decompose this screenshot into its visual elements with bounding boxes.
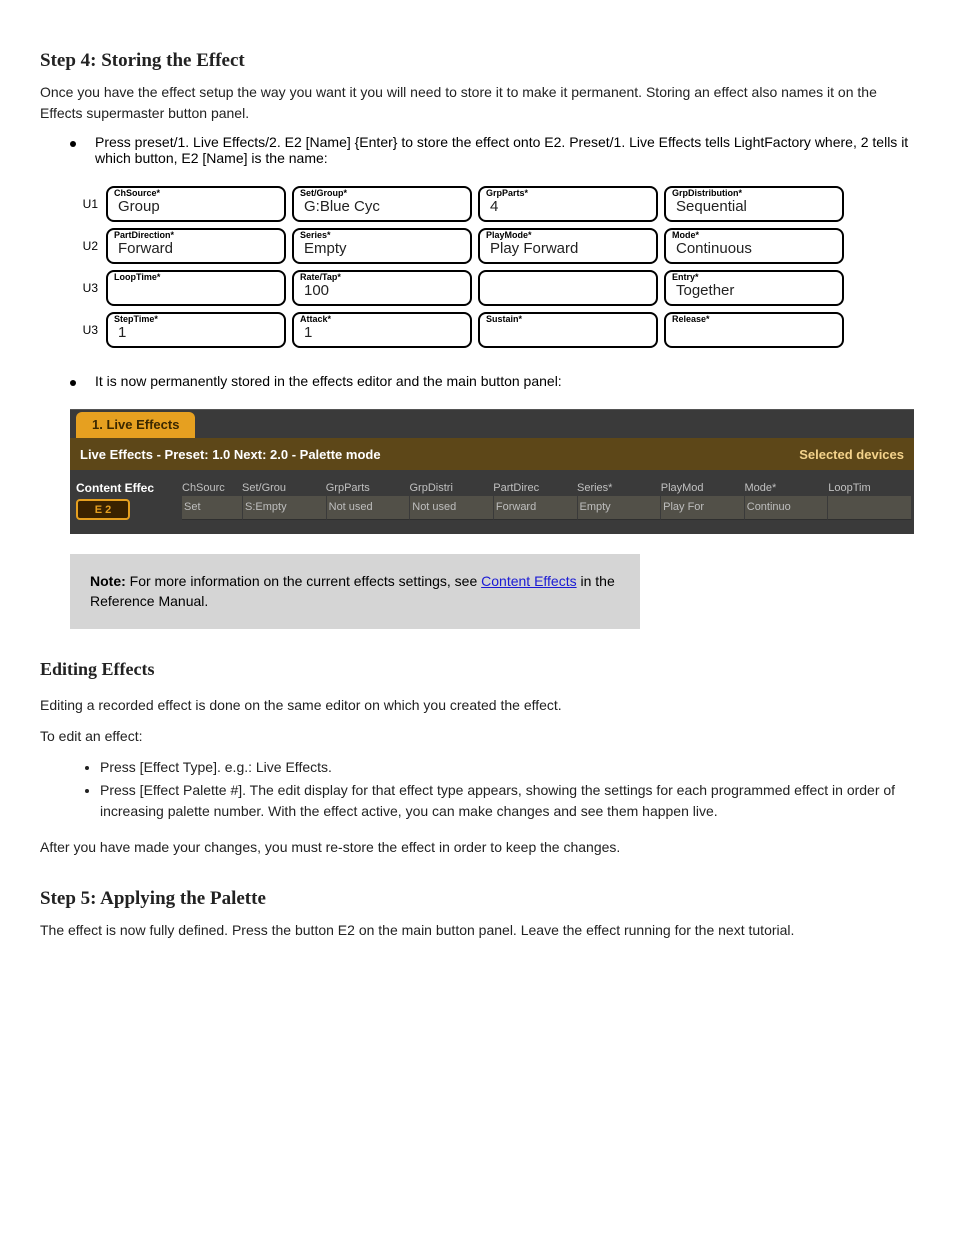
param-cell[interactable]: Series*Empty bbox=[292, 228, 472, 264]
param-caption: PartDirection* bbox=[114, 230, 278, 240]
col-setgroup: Set/Grou bbox=[242, 480, 326, 496]
col-partdirec: PartDirec bbox=[493, 480, 577, 496]
row-label: U3 bbox=[70, 312, 100, 348]
val-chsource[interactable]: Set bbox=[182, 496, 243, 520]
param-row: U3 LoopTime* Rate/Tap*100 Entry*Together bbox=[70, 270, 844, 306]
param-cell[interactable]: Release* bbox=[664, 312, 844, 348]
param-value: 100 bbox=[300, 282, 464, 299]
edit-p3: After you have made your changes, you mu… bbox=[40, 837, 914, 858]
effect-pill-e2[interactable]: E 2 bbox=[76, 499, 130, 520]
edit-li2: Press [Effect Palette #]. The edit displ… bbox=[100, 780, 914, 822]
param-value bbox=[114, 282, 278, 299]
val-mode[interactable]: Continuo bbox=[745, 496, 829, 520]
param-caption: Set/Group* bbox=[300, 188, 464, 198]
param-caption: LoopTime* bbox=[114, 272, 278, 282]
param-caption: ChSource* bbox=[114, 188, 278, 198]
tab-live-effects[interactable]: 1. Live Effects bbox=[76, 412, 195, 438]
val-partdirec[interactable]: Forward bbox=[494, 496, 578, 520]
param-value: Continuous bbox=[672, 240, 836, 257]
param-cell[interactable]: Attack*1 bbox=[292, 312, 472, 348]
param-value bbox=[672, 324, 836, 341]
param-caption: Entry* bbox=[672, 272, 836, 282]
param-value bbox=[486, 324, 650, 341]
stored-confirmation: It is now permanently stored in the effe… bbox=[70, 373, 914, 389]
val-playmod[interactable]: Play For bbox=[661, 496, 745, 520]
panel-title: Live Effects - Preset: 1.0 Next: 2.0 - P… bbox=[80, 447, 381, 462]
param-row: U1ChSource*GroupSet/Group*G:Blue CycGrpP… bbox=[70, 186, 844, 222]
param-caption: StepTime* bbox=[114, 314, 278, 324]
param-cell[interactable] bbox=[478, 270, 658, 306]
param-value: 1 bbox=[300, 324, 464, 341]
param-cell[interactable]: Mode*Continuous bbox=[664, 228, 844, 264]
param-caption: PlayMode* bbox=[486, 230, 650, 240]
val-grpdistri[interactable]: Not used bbox=[410, 496, 494, 520]
effects-editor-panel: 1. Live Effects Live Effects - Preset: 1… bbox=[70, 409, 914, 534]
param-cell[interactable]: PartDirection*Forward bbox=[106, 228, 286, 264]
column-header-row: Content Effec ChSourc Set/Grou GrpParts … bbox=[76, 480, 912, 496]
panel-selected-devices: Selected devices bbox=[799, 447, 904, 462]
param-caption: GrpDistribution* bbox=[672, 188, 836, 198]
param-caption: Rate/Tap* bbox=[300, 272, 464, 282]
parameter-grid: U1ChSource*GroupSet/Group*G:Blue CycGrpP… bbox=[70, 186, 844, 348]
val-series[interactable]: Empty bbox=[578, 496, 662, 520]
store-instruction: Press preset/1. Live Effects/2. E2 [Name… bbox=[70, 134, 914, 166]
param-cell[interactable]: Entry*Together bbox=[664, 270, 844, 306]
param-caption: Mode* bbox=[672, 230, 836, 240]
param-value: G:Blue Cyc bbox=[300, 198, 464, 215]
heading-step4: Step 4: Storing the Effect bbox=[40, 50, 914, 72]
row-label: U3 bbox=[70, 270, 100, 306]
param-caption: GrpParts* bbox=[486, 188, 650, 198]
param-cell[interactable]: Sustain* bbox=[478, 312, 658, 348]
edit-li1: Press [Effect Type]. e.g.: Live Effects. bbox=[100, 757, 914, 778]
edit-p1: Editing a recorded effect is done on the… bbox=[40, 695, 914, 716]
heading-editing-effects: Editing Effects bbox=[40, 659, 914, 680]
param-caption: Release* bbox=[672, 314, 836, 324]
col-grpdistri: GrpDistri bbox=[410, 480, 494, 496]
param-caption: Attack* bbox=[300, 314, 464, 324]
param-cell[interactable]: PlayMode*Play Forward bbox=[478, 228, 658, 264]
row-label: U2 bbox=[70, 228, 100, 264]
val-setgroup[interactable]: S:Empty bbox=[243, 496, 327, 520]
note-title: Note: bbox=[90, 573, 126, 589]
param-row: U3StepTime*1Attack*1Sustain* Release* bbox=[70, 312, 844, 348]
param-value: 4 bbox=[486, 198, 650, 215]
col-playmod: PlayMod bbox=[661, 480, 745, 496]
param-value: Together bbox=[672, 282, 836, 299]
param-value: Play Forward bbox=[486, 240, 650, 257]
param-cell[interactable]: ChSource*Group bbox=[106, 186, 286, 222]
col-chsource: ChSourc bbox=[182, 480, 242, 496]
param-value: Empty bbox=[300, 240, 464, 257]
param-value: Forward bbox=[114, 240, 278, 257]
intro-text: Once you have the effect setup the way y… bbox=[40, 82, 914, 124]
content-effect-label: Content Effec bbox=[76, 481, 182, 495]
param-cell[interactable]: StepTime*1 bbox=[106, 312, 286, 348]
step5-p: The effect is now fully defined. Press t… bbox=[40, 920, 914, 941]
col-grpparts: GrpParts bbox=[326, 480, 410, 496]
link-content-effects[interactable]: Content Effects bbox=[481, 573, 576, 589]
param-cell[interactable]: Rate/Tap*100 bbox=[292, 270, 472, 306]
param-cell[interactable]: GrpParts*4 bbox=[478, 186, 658, 222]
val-grpparts[interactable]: Not used bbox=[327, 496, 411, 520]
param-cell[interactable]: LoopTime* bbox=[106, 270, 286, 306]
note-box: Note: For more information on the curren… bbox=[70, 554, 640, 629]
effect-row[interactable]: E 2 Set S:Empty Not used Not used Forwar… bbox=[76, 496, 912, 520]
param-cell[interactable]: Set/Group*G:Blue Cyc bbox=[292, 186, 472, 222]
col-looptim: LoopTim bbox=[828, 480, 912, 496]
param-row: U2PartDirection*ForwardSeries*EmptyPlayM… bbox=[70, 228, 844, 264]
note-before-link: For more information on the current effe… bbox=[126, 573, 481, 589]
param-value: 1 bbox=[114, 324, 278, 341]
param-caption: Sustain* bbox=[486, 314, 650, 324]
param-value: Group bbox=[114, 198, 278, 215]
param-cell[interactable]: GrpDistribution*Sequential bbox=[664, 186, 844, 222]
val-looptim[interactable] bbox=[828, 496, 912, 520]
heading-step5: Step 5: Applying the Palette bbox=[40, 888, 914, 910]
col-series: Series* bbox=[577, 480, 661, 496]
col-mode: Mode* bbox=[745, 480, 829, 496]
param-caption: Series* bbox=[300, 230, 464, 240]
param-value: Sequential bbox=[672, 198, 836, 215]
row-label: U1 bbox=[70, 186, 100, 222]
edit-p2: To edit an effect: bbox=[40, 726, 914, 747]
